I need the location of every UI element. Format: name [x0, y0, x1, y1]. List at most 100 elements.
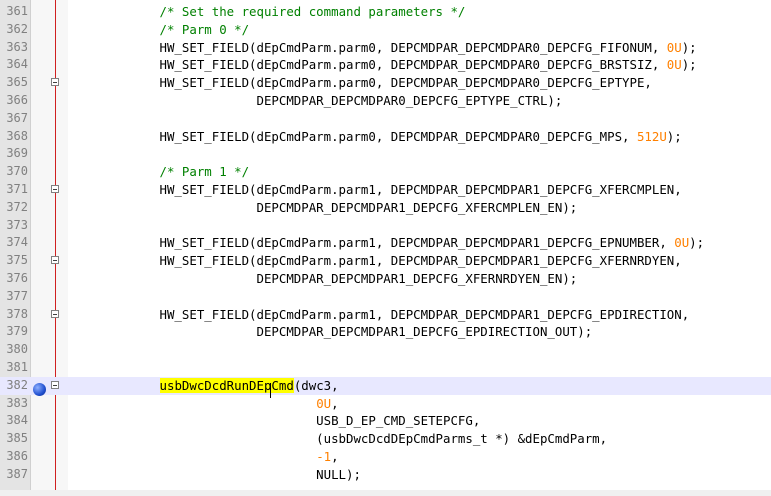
code-line[interactable]: 387 NULL);	[0, 466, 771, 484]
code-token: DEPCMDPAR_DEPCMDPAR1_DEPCFG_EPDIRECTION_…	[70, 324, 593, 340]
code-line[interactable]: 364 HW_SET_FIELD(dEpCmdParm.parm0, DEPCM…	[0, 56, 771, 74]
line-number: 366	[6, 93, 28, 107]
code-line[interactable]: 365 HW_SET_FIELD(dEpCmdParm.parm0, DEPCM…	[0, 74, 771, 92]
fold-toggle-icon[interactable]	[51, 185, 59, 193]
code-text: /* Parm 1 */	[70, 163, 250, 181]
fold-toggle-icon[interactable]	[51, 380, 59, 389]
code-line[interactable]: 378 HW_SET_FIELD(dEpCmdParm.parm1, DEPCM…	[0, 306, 771, 324]
code-token: HW_SET_FIELD(dEpCmdParm.parm1, DEPCMDPAR…	[70, 235, 675, 251]
code-text: NULL);	[70, 466, 361, 484]
code-text: HW_SET_FIELD(dEpCmdParm.parm0, DEPCMDPAR…	[70, 56, 697, 74]
code-line[interactable]: 386 -1,	[0, 448, 771, 466]
code-line[interactable]: 361 /* Set the required command paramete…	[0, 3, 771, 21]
line-number: 384	[6, 413, 28, 428]
code-line[interactable]: 370 /* Parm 1 */	[0, 163, 771, 181]
line-number: 362	[6, 21, 28, 36]
line-number: 378	[6, 306, 28, 321]
line-number: 368	[6, 128, 28, 143]
code-line[interactable]: 382 usbDwcDcdRunDEpCmd(dwc3,	[0, 376, 771, 395]
code-line[interactable]: 379 DEPCMDPAR_DEPCMDPAR1_DEPCFG_EPDIRECT…	[0, 323, 771, 341]
code-line[interactable]: 376 DEPCMDPAR_DEPCMDPAR1_DEPCFG_XFERNRDY…	[0, 270, 771, 288]
code-line[interactable]: 374 HW_SET_FIELD(dEpCmdParm.parm1, DEPCM…	[0, 234, 771, 252]
code-token: (dwc3,	[293, 377, 339, 393]
line-number: 379	[6, 324, 28, 339]
line-number: 363	[6, 39, 28, 54]
code-line[interactable]: 377	[0, 288, 771, 306]
code-line[interactable]: 368 HW_SET_FIELD(dEpCmdParm.parm0, DEPCM…	[0, 128, 771, 146]
code-line[interactable]: 369	[0, 145, 771, 163]
code-line[interactable]: 385 (usbDwcDcdDEpCmdParms_t *) &dEpCmdPa…	[0, 430, 771, 448]
code-token: DEPCMDPAR_DEPCMDPAR0_DEPCFG_EPTYPE_CTRL)…	[70, 93, 563, 108]
line-number: 371	[6, 182, 28, 196]
code-token: ,	[331, 449, 339, 464]
code-line[interactable]: 372 DEPCMDPAR_DEPCMDPAR1_DEPCFG_XFERCMPL…	[0, 199, 771, 217]
text-caret	[270, 383, 271, 398]
code-token: HW_SET_FIELD(dEpCmdParm.parm1, DEPCMDPAR…	[70, 182, 682, 197]
code-text: usbDwcDcdRunDEpCmd(dwc3,	[70, 377, 339, 395]
code-token: HW_SET_FIELD(dEpCmdParm.parm0, DEPCMDPAR…	[70, 57, 667, 73]
code-text: DEPCMDPAR_DEPCMDPAR1_DEPCFG_XFERNRDYEN_E…	[70, 270, 577, 288]
code-editor[interactable]: 361 /* Set the required command paramete…	[0, 0, 771, 496]
number-token: 512U	[636, 128, 667, 144]
line-number: 374	[6, 235, 28, 250]
code-text: HW_SET_FIELD(dEpCmdParm.parm0, DEPCMDPAR…	[70, 128, 682, 146]
code-text: HW_SET_FIELD(dEpCmdParm.parm1, DEPCMDPAR…	[70, 252, 682, 270]
line-number: 364	[6, 57, 28, 72]
bookmark-icon[interactable]	[33, 383, 46, 396]
code-line[interactable]: 366 DEPCMDPAR_DEPCMDPAR0_DEPCFG_EPTYPE_C…	[0, 92, 771, 110]
code-text: /* Parm 0 */	[70, 21, 250, 39]
code-line[interactable]: 363 HW_SET_FIELD(dEpCmdParm.parm0, DEPCM…	[0, 39, 771, 57]
code-text: DEPCMDPAR_DEPCMDPAR1_DEPCFG_EPDIRECTION_…	[70, 323, 592, 341]
number-token: -1	[316, 449, 332, 464]
bottom-edge	[0, 490, 771, 496]
fold-toggle-icon[interactable]	[51, 78, 59, 87]
code-token: HW_SET_FIELD(dEpCmdParm.parm1, DEPCMDPAR…	[70, 253, 682, 269]
code-line[interactable]: 375 HW_SET_FIELD(dEpCmdParm.parm1, DEPCM…	[0, 252, 771, 270]
code-text: HW_SET_FIELD(dEpCmdParm.parm0, DEPCMDPAR…	[70, 39, 697, 57]
code-line[interactable]: 381	[0, 359, 771, 377]
code-text: USB_D_EP_CMD_SETEPCFG,	[70, 412, 480, 430]
code-line[interactable]: 384 USB_D_EP_CMD_SETEPCFG,	[0, 412, 771, 430]
code-line[interactable]: 380	[0, 341, 771, 359]
line-number: 370	[6, 164, 28, 179]
comment-token: /* Parm 0 */	[159, 21, 250, 37]
code-line[interactable]: 373	[0, 217, 771, 235]
comment-token: /* Set the required command parameters *…	[159, 4, 466, 19]
number-token: 0U	[666, 57, 682, 73]
line-number: 386	[6, 449, 28, 463]
code-token: (usbDwcDcdDEpCmdParms_t *) &dEpCmdParm,	[70, 431, 608, 447]
code-text: /* Set the required command parameters *…	[70, 3, 466, 21]
code-token: USB_D_EP_CMD_SETEPCFG,	[70, 413, 481, 429]
line-number: 375	[6, 253, 28, 268]
line-number: 369	[6, 146, 28, 161]
code-token: );	[681, 57, 697, 73]
code-token: );	[666, 128, 682, 144]
fold-toggle-icon[interactable]	[51, 256, 59, 265]
fold-toggle-icon[interactable]	[51, 309, 59, 318]
line-number: 361	[6, 4, 28, 18]
line-number: 365	[6, 75, 28, 90]
code-line[interactable]: 383 0U,	[0, 395, 771, 413]
code-line[interactable]: 362 /* Parm 0 */	[0, 21, 771, 39]
code-token: );	[689, 235, 705, 251]
line-number: 373	[6, 217, 28, 232]
code-line[interactable]: 367	[0, 110, 771, 128]
code-line[interactable]: 371 HW_SET_FIELD(dEpCmdParm.parm1, DEPCM…	[0, 181, 771, 199]
code-text: HW_SET_FIELD(dEpCmdParm.parm1, DEPCMDPAR…	[70, 234, 705, 252]
line-number: 367	[6, 110, 28, 125]
line-number: 376	[6, 271, 28, 285]
code-token: HW_SET_FIELD(dEpCmdParm.parm1, DEPCMDPAR…	[70, 306, 690, 322]
code-text: (usbDwcDcdDEpCmdParms_t *) &dEpCmdParm,	[70, 430, 607, 448]
code-token: HW_SET_FIELD(dEpCmdParm.parm0, DEPCMDPAR…	[70, 75, 652, 91]
number-token: 0U	[666, 39, 682, 55]
line-number: 377	[6, 288, 28, 303]
number-token: 0U	[316, 395, 332, 411]
line-number: 372	[6, 199, 28, 214]
line-number: 380	[6, 342, 28, 357]
